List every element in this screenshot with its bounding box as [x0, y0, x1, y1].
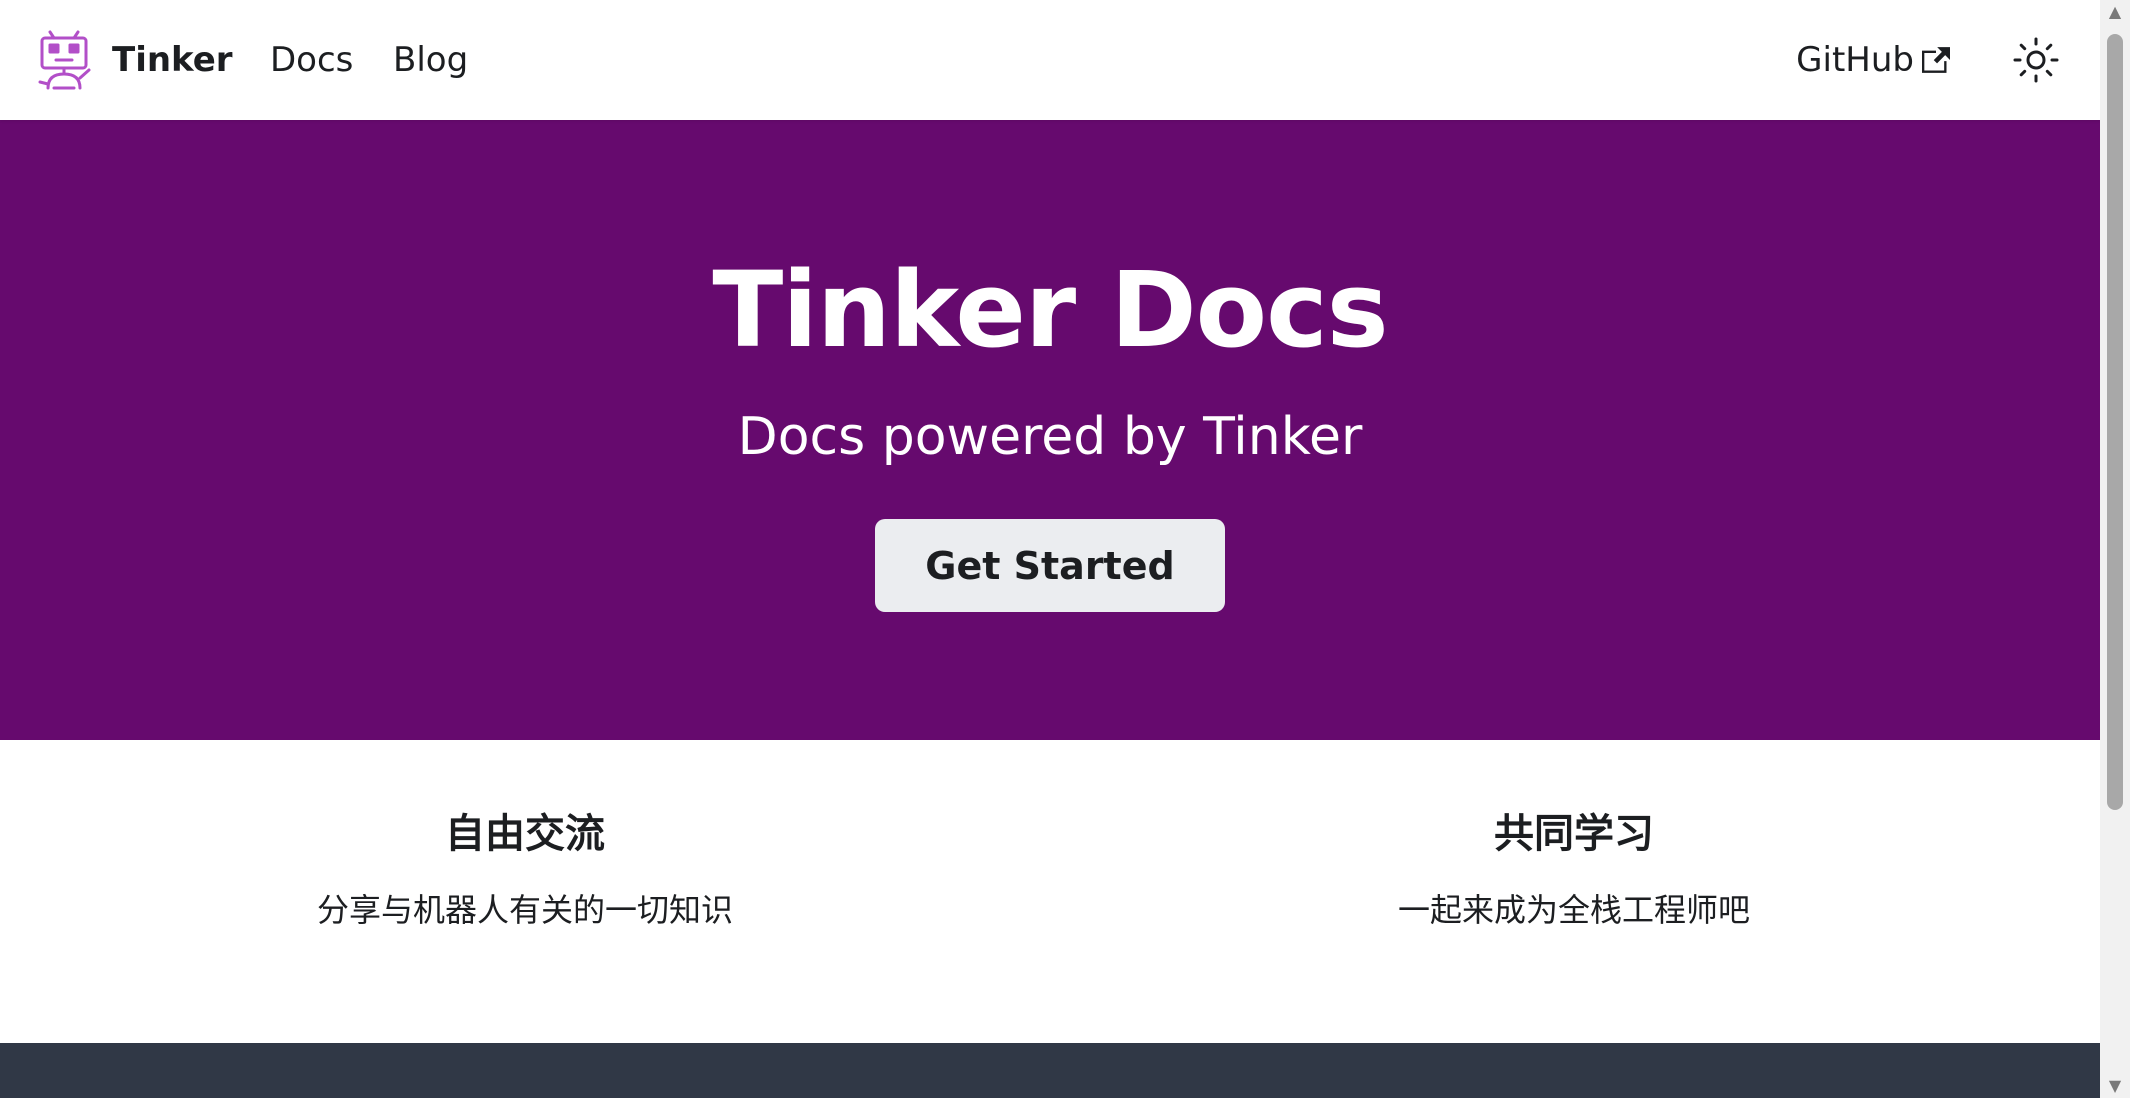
- get-started-button[interactable]: Get Started: [875, 519, 1225, 612]
- hero-banner: Tinker Docs Docs powered by Tinker Get S…: [0, 120, 2100, 740]
- navbar: Tinker Docs Blog GitHub: [0, 0, 2100, 120]
- robot-logo-icon: [38, 30, 91, 90]
- github-link[interactable]: GitHub: [1796, 38, 1950, 82]
- brand-link[interactable]: Tinker: [36, 27, 233, 93]
- external-link-icon: [1922, 47, 1950, 73]
- brand-title: Tinker: [112, 40, 233, 80]
- feature-title: 共同学习: [1494, 811, 1654, 857]
- features-section: 自由交流 分享与机器人有关的一切知识 共同学习 一起来成为全栈工程师吧: [0, 740, 2100, 1044]
- feature-title: 自由交流: [445, 811, 605, 857]
- hero-title: Tinker Docs: [712, 249, 1388, 371]
- feature-description: 一起来成为全栈工程师吧: [1397, 891, 1750, 929]
- feature-card: 自由交流 分享与机器人有关的一切知识: [175, 806, 875, 932]
- footer: [0, 1043, 2100, 1098]
- nav-link-blog[interactable]: Blog: [393, 38, 468, 82]
- github-label: GitHub: [1796, 40, 1914, 80]
- arrow-down-icon[interactable]: ▼: [2107, 1078, 2123, 1094]
- hero-subtitle: Docs powered by Tinker: [737, 407, 1363, 467]
- theme-toggle-button[interactable]: [2012, 36, 2060, 84]
- nav-link-docs[interactable]: Docs: [270, 38, 353, 82]
- arrow-up-icon[interactable]: ▲: [2107, 4, 2123, 20]
- vertical-scrollbar[interactable]: ▲ ▼: [2100, 0, 2130, 1098]
- feature-card: 共同学习 一起来成为全栈工程师吧: [1224, 806, 1924, 932]
- page: Tinker Docs Blog GitHub Tinker Docs Docs…: [0, 0, 2100, 1098]
- feature-description: 分享与机器人有关的一切知识: [316, 891, 733, 929]
- sun-icon: [2013, 37, 2059, 83]
- scrollbar-thumb[interactable]: [2107, 34, 2123, 810]
